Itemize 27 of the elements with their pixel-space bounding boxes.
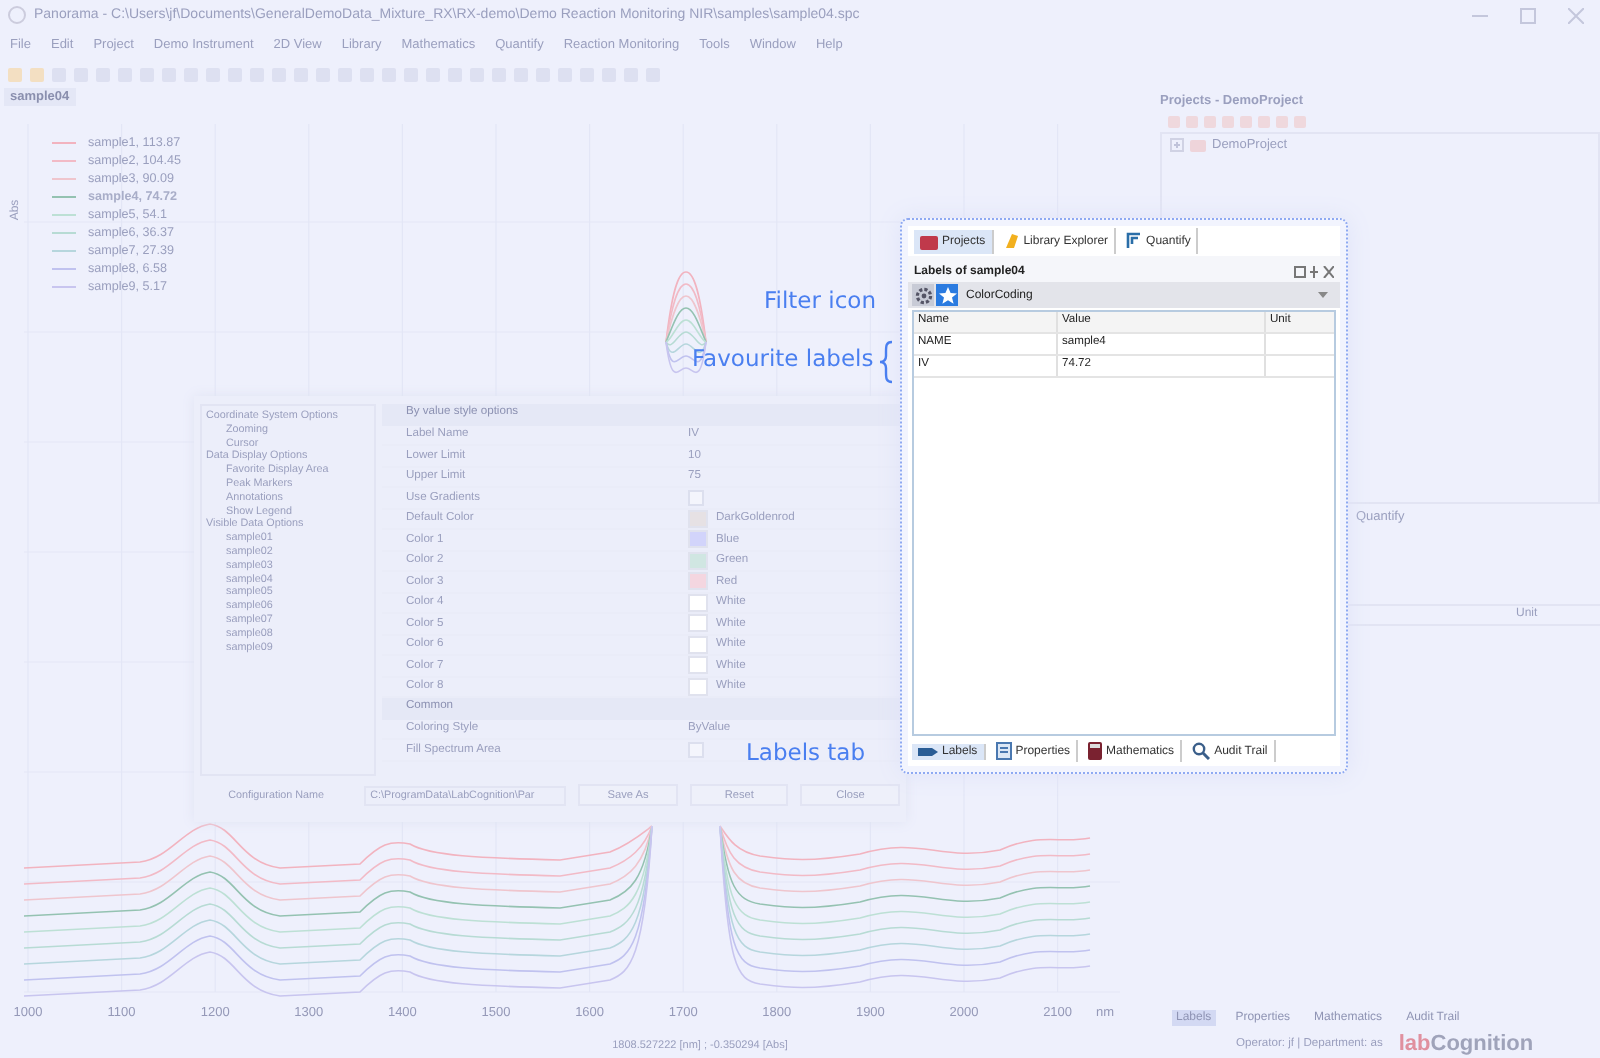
- color-swatch[interactable]: [688, 572, 708, 591]
- bracket-icon: [1126, 232, 1143, 250]
- chevron-down-icon: [1318, 292, 1328, 298]
- annotation-label: Favourite labels: [692, 344, 874, 372]
- checkbox[interactable]: [688, 489, 704, 506]
- star-icon[interactable]: [936, 284, 958, 306]
- list-icon: [995, 742, 1012, 760]
- close-icon[interactable]: [1568, 7, 1584, 23]
- gem-icon: [1003, 232, 1020, 250]
- tag-icon: [918, 745, 938, 757]
- maximize-icon[interactable]: [1520, 7, 1536, 23]
- color-swatch[interactable]: [688, 530, 708, 549]
- window-controls-icon[interactable]: [1294, 266, 1334, 278]
- app-icon: [8, 6, 26, 24]
- briefcase-icon: [920, 233, 938, 249]
- color-swatch[interactable]: [688, 614, 708, 633]
- color-swatch[interactable]: [688, 656, 708, 675]
- brace-icon: [878, 340, 894, 384]
- calculator-icon: [1088, 742, 1103, 760]
- settings-icon[interactable]: [912, 284, 934, 306]
- annotation-label: Filter icon: [764, 286, 876, 314]
- checkbox[interactable]: [688, 741, 704, 758]
- expander-icon[interactable]: [1170, 138, 1184, 152]
- magnifier-icon: [1192, 742, 1211, 760]
- logo: labCognition: [1398, 1032, 1534, 1056]
- folder-icon: [1190, 139, 1206, 151]
- annotation-label: Labels tab: [746, 738, 866, 766]
